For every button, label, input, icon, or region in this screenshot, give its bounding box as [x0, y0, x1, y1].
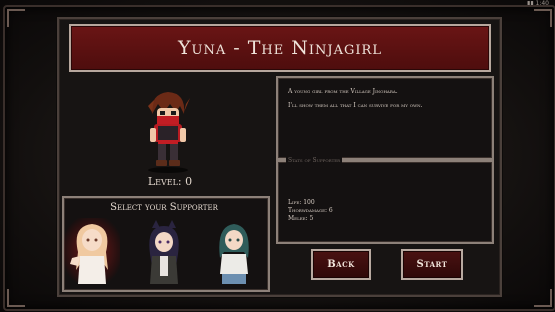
- supporter-title: Select your Supporter: [110, 202, 218, 213]
- supporter-teal-haired-girl[interactable]: [206, 218, 262, 284]
- stat-melee: Melee: 5: [288, 215, 314, 222]
- supporter-blonde-girl[interactable]: [64, 218, 120, 284]
- frame-corner-ornament: [534, 289, 552, 307]
- title-banner: Yuna - The Ninjagirl: [69, 24, 491, 72]
- stats-box: Life: 100 Thorwdamage: 6 Melee: 5: [276, 160, 494, 244]
- stat-throw-damage: Thorwdamage: 6: [288, 207, 333, 214]
- back-button[interactable]: Back: [311, 249, 371, 280]
- start-button[interactable]: Start: [401, 249, 463, 280]
- description-line-2: I'll show them all that I can survive fo…: [288, 102, 423, 109]
- page-title: Yuna - The Ninjagirl: [178, 37, 382, 59]
- stat-life: Life: 100: [288, 199, 315, 206]
- supporter-dark-haired-catgirl[interactable]: [136, 218, 192, 284]
- hero-sprite: [148, 92, 190, 173]
- frame-corner-ornament: [7, 9, 25, 27]
- frame-corner-ornament: [7, 289, 25, 307]
- hero-level: Level: 0: [147, 175, 193, 188]
- description-box: A young girl from the Village Jinohara. …: [276, 76, 494, 160]
- description-line-1: A young girl from the Village Jinohara.: [288, 88, 398, 95]
- stats-header: Stats of Supporter: [286, 157, 343, 164]
- frame-corner-ornament: [534, 9, 552, 27]
